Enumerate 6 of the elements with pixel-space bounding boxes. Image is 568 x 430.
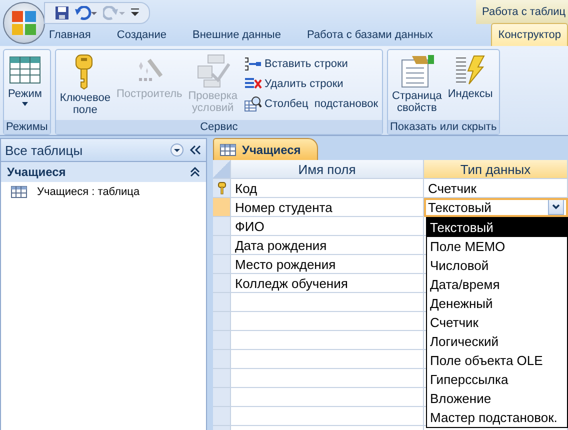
group-title: Показать или скрыть (388, 120, 499, 134)
group-title: Учащиеся (7, 165, 66, 179)
group-title: Сервис (56, 120, 382, 134)
group-title: Режимы (4, 120, 50, 134)
contextual-tab-header: Работа с таблиц (476, 0, 568, 24)
tab-title: Учащиеся (242, 142, 301, 156)
